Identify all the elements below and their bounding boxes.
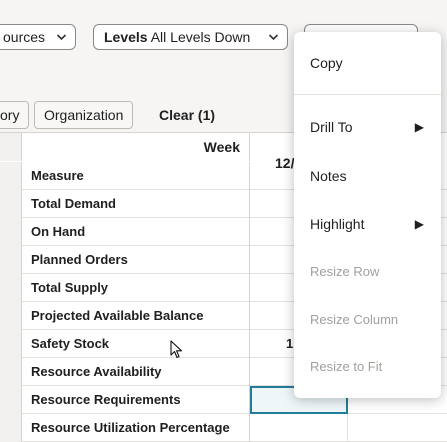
row-header-cell <box>0 414 22 442</box>
organization-chip[interactable]: Organization <box>34 101 134 129</box>
menu-item-label: Resize Row <box>310 264 380 279</box>
menu-item-label: Notes <box>310 168 347 184</box>
row-header-cell <box>0 274 22 302</box>
row-label[interactable]: Planned Orders <box>22 246 250 274</box>
chevron-down-icon <box>268 25 279 49</box>
menu-item-label: Highlight <box>310 216 365 232</box>
arrow-right-icon: ▶ <box>414 217 424 231</box>
week-header: Week <box>203 139 240 155</box>
row-label[interactable]: Resource Availability <box>22 358 250 386</box>
menu-item-resize-row: Resize Row <box>310 260 436 284</box>
menu-item-drill-to[interactable]: Drill To ▶ <box>310 115 436 139</box>
measure-header: Measure <box>22 162 250 190</box>
menu-item-notes[interactable]: Notes <box>310 164 436 188</box>
menu-item-resize-column: Resize Column <box>310 308 436 332</box>
chevron-down-icon <box>56 25 67 49</box>
levels-dropdown-value: All Levels Down <box>150 29 251 45</box>
row-label[interactable]: Total Demand <box>22 190 250 218</box>
row-label[interactable]: Total Supply <box>22 274 250 302</box>
row-header-cell <box>0 246 22 274</box>
clear-filters-button[interactable]: Clear (1) <box>159 101 215 129</box>
mouse-pointer-icon <box>170 340 184 360</box>
row-label[interactable]: Resource Requirements <box>22 386 250 414</box>
row-label[interactable]: Projected Available Balance <box>22 302 250 330</box>
row-header-cell <box>0 386 22 414</box>
levels-dropdown[interactable]: Levels All Levels Down <box>93 24 288 50</box>
table-row[interactable]: Resource Utilization Percentage <box>0 414 447 442</box>
row-header-cell <box>0 190 22 218</box>
row-value[interactable] <box>250 414 348 442</box>
row-header-cell <box>0 133 22 161</box>
category-chip[interactable]: ory <box>0 101 30 129</box>
row-header-cell <box>0 162 22 190</box>
row-header-cell <box>0 358 22 386</box>
row-label[interactable]: On Hand <box>22 218 250 246</box>
row-header-cell <box>0 302 22 330</box>
menu-item-label: Drill To <box>310 119 353 135</box>
menu-item-copy[interactable]: Copy <box>310 51 436 75</box>
resources-dropdown[interactable]: ources <box>0 24 76 50</box>
resources-dropdown-label: ources <box>3 29 46 45</box>
menu-item-label: Resize to Fit <box>310 359 383 374</box>
levels-dropdown-label: Levels <box>104 29 148 45</box>
arrow-right-icon: ▶ <box>414 120 424 134</box>
menu-item-highlight[interactable]: Highlight ▶ <box>310 212 436 236</box>
menu-item-resize-to-fit: Resize to Fit <box>310 355 436 379</box>
context-menu: Copy Drill To ▶ Notes Highlight ▶ Resize… <box>294 32 441 398</box>
menu-item-label: Resize Column <box>310 312 399 327</box>
menu-divider <box>294 94 441 95</box>
row-header-cell <box>0 218 22 246</box>
menu-item-label: Copy <box>310 55 343 71</box>
row-label[interactable]: Resource Utilization Percentage <box>22 414 250 442</box>
row-header-cell <box>0 330 22 358</box>
row-label[interactable]: Safety Stock <box>22 330 250 358</box>
